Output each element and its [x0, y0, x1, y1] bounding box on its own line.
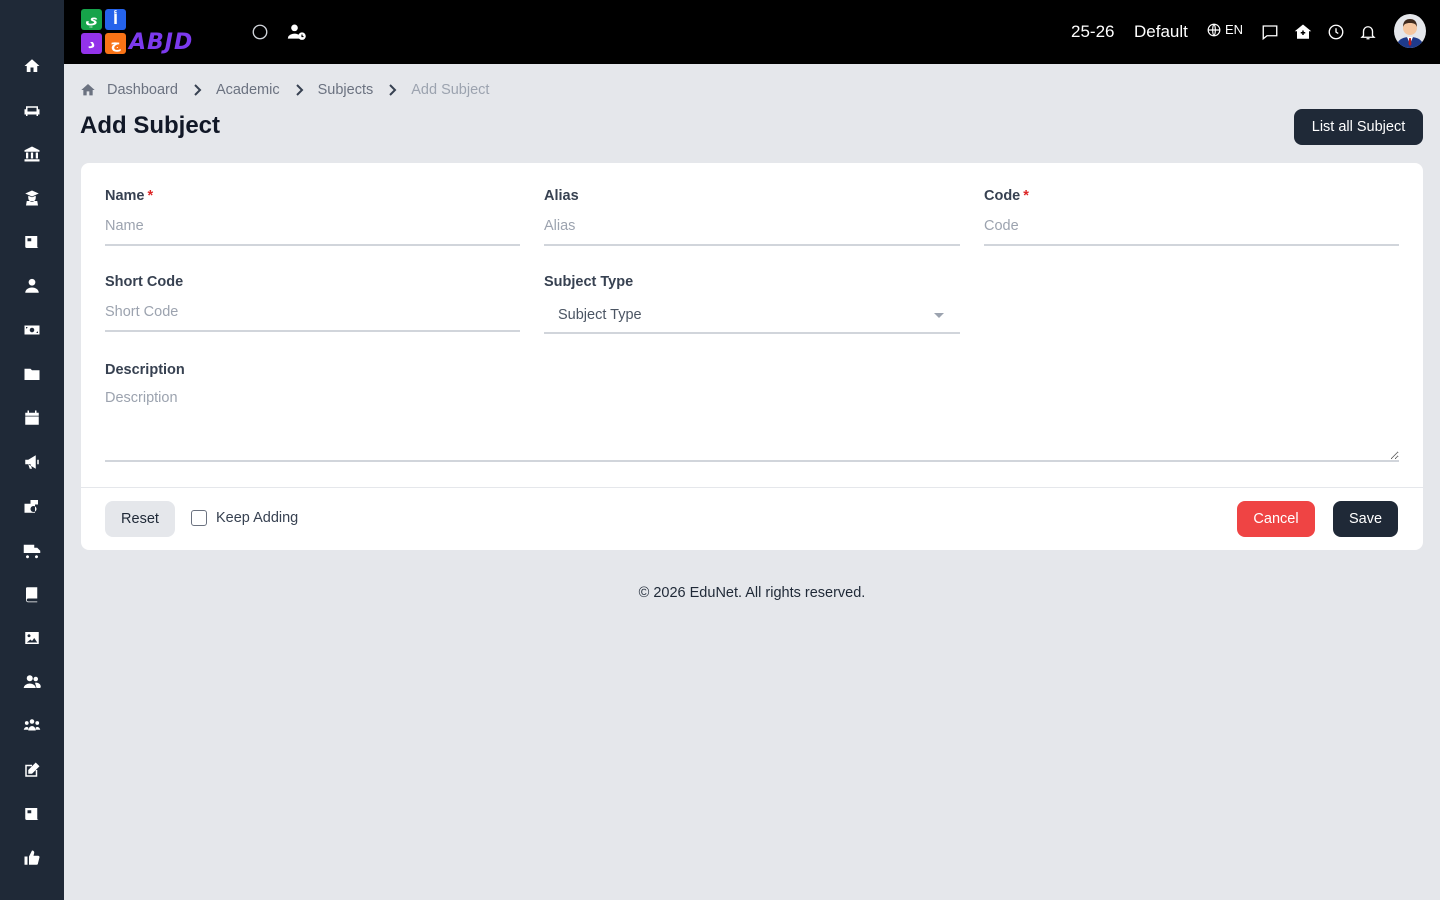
name-input[interactable] — [105, 208, 520, 246]
users-icon[interactable] — [22, 672, 42, 692]
image-icon[interactable] — [22, 628, 42, 648]
sidebar — [0, 0, 64, 900]
user-avatar[interactable] — [1394, 14, 1426, 48]
short-code-input[interactable] — [105, 294, 520, 332]
short-code-field: Short Code — [105, 274, 520, 332]
cancel-button[interactable]: Cancel — [1237, 501, 1315, 537]
keep-adding-label: Keep Adding — [216, 510, 299, 526]
sofa-icon[interactable] — [22, 100, 42, 120]
alias-field: Alias — [544, 188, 960, 246]
home-school-icon[interactable] — [1292, 22, 1314, 42]
institution-icon[interactable] — [22, 144, 42, 164]
name-label: Name * — [105, 188, 154, 204]
book-icon[interactable] — [22, 584, 42, 604]
reset-button[interactable]: Reset — [105, 501, 175, 537]
save-button[interactable]: Save — [1333, 501, 1398, 537]
logo-tile-alif: أ — [105, 9, 126, 30]
copyright-footer: © 2026 EduNet. All rights reserved. — [638, 585, 866, 601]
short-code-label: Short Code — [105, 274, 184, 290]
breadcrumb-dashboard[interactable]: Dashboard — [107, 82, 178, 98]
home-crumb-icon[interactable] — [80, 82, 96, 98]
description-textarea[interactable] — [105, 390, 1399, 462]
truck-icon[interactable] — [22, 540, 42, 560]
breadcrumb-current: Add Subject — [411, 82, 490, 98]
home-icon[interactable] — [22, 56, 42, 76]
school-icon[interactable] — [22, 496, 42, 516]
list-all-subject-button[interactable]: List all Subject — [1294, 109, 1423, 145]
chat-icon[interactable] — [1260, 22, 1280, 42]
alias-label: Alias — [544, 188, 579, 204]
subject-type-field: Subject Type Subject Type — [544, 274, 960, 334]
description-label: Description — [105, 362, 185, 378]
people-group-icon[interactable] — [22, 716, 42, 736]
megaphone-icon[interactable] — [22, 452, 42, 472]
description-field: Description — [105, 362, 1399, 462]
logo-tile-ya: ي — [81, 9, 102, 30]
language-switcher[interactable]: EN — [1207, 22, 1243, 37]
language-code: EN — [1225, 22, 1244, 37]
folder-icon[interactable] — [22, 364, 42, 384]
chevron-down-icon — [934, 312, 944, 318]
logo-tile-dal: د — [81, 33, 102, 54]
form-actions: Reset Keep Adding Cancel Save — [81, 487, 1423, 550]
news-icon[interactable] — [22, 804, 42, 824]
top-header: ي أ د ج ABJD 25-26 Default EN — [64, 0, 1440, 64]
bell-icon[interactable] — [1358, 22, 1378, 42]
code-field: Code * — [984, 188, 1399, 246]
subject-type-value: Subject Type — [558, 307, 642, 323]
clock-icon[interactable] — [1326, 22, 1346, 42]
chevron-right-icon — [178, 84, 216, 96]
page-title: Add Subject — [80, 112, 221, 139]
profile-selector[interactable]: Default — [1134, 22, 1188, 42]
calendar-icon[interactable] — [22, 408, 42, 428]
required-asterisk: * — [147, 188, 154, 204]
subject-type-select[interactable]: Subject Type — [544, 298, 960, 334]
circle-toggle-icon[interactable] — [250, 22, 270, 42]
subject-form-card: Name* Alias Code* Short Code Subject Typ… — [81, 163, 1423, 550]
money-icon[interactable] — [22, 320, 42, 340]
session-year[interactable]: 25-26 — [1071, 22, 1114, 42]
thumbs-up-icon[interactable] — [22, 848, 42, 868]
breadcrumb-academic[interactable]: Academic — [216, 82, 280, 98]
required-asterisk: * — [1023, 188, 1029, 204]
code-label: Code * — [984, 188, 1029, 204]
graduate-icon[interactable] — [22, 188, 42, 208]
chevron-right-icon — [373, 84, 411, 96]
code-input[interactable] — [984, 208, 1399, 246]
newspaper-icon[interactable] — [22, 232, 42, 252]
logo-tile-jim: ج — [105, 33, 126, 54]
user-icon[interactable] — [22, 276, 42, 296]
logo-wordmark: ABJD — [129, 30, 194, 55]
keep-adding-checkbox[interactable] — [191, 510, 207, 526]
alias-input[interactable] — [544, 208, 960, 246]
breadcrumb-subjects[interactable]: Subjects — [318, 82, 374, 98]
subject-type-label: Subject Type — [544, 274, 634, 290]
breadcrumb: Dashboard Academic Subjects Add Subject — [80, 80, 489, 100]
abjd-logo[interactable]: ي أ د ج ABJD — [80, 8, 224, 58]
keep-adding-option[interactable]: Keep Adding — [191, 510, 298, 526]
chevron-right-icon — [280, 84, 318, 96]
edit-icon[interactable] — [22, 760, 42, 780]
globe-icon — [1207, 23, 1221, 36]
name-field: Name * — [105, 188, 520, 246]
user-clock-icon[interactable] — [286, 22, 308, 42]
